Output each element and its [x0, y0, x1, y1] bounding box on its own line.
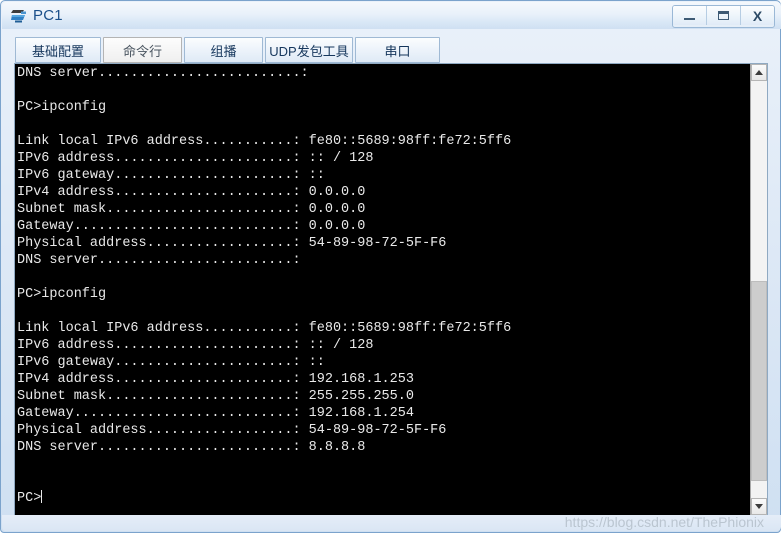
close-icon: X — [752, 7, 763, 24]
terminal-line: IPv6 gateway......................: :: — [17, 168, 325, 183]
terminal-line: IPv6 gateway......................: :: — [17, 355, 325, 370]
minimize-button[interactable] — [673, 6, 707, 25]
title-bar[interactable]: PC1 X — [2, 2, 781, 29]
maximize-icon — [718, 11, 729, 20]
tab-label: UDP发包工具 — [269, 43, 349, 59]
terminal-line: Physical address..................: 54-8… — [17, 236, 447, 251]
vertical-scrollbar[interactable] — [750, 64, 767, 515]
tab-multicast[interactable]: 组播 — [184, 37, 263, 63]
scroll-up-button[interactable] — [751, 64, 767, 81]
terminal-line: Gateway...........................: 0.0.… — [17, 219, 366, 234]
terminal-line: IPv6 address......................: :: /… — [17, 338, 374, 353]
tab-label: 基础配置 — [31, 43, 84, 59]
scrollbar-track[interactable] — [751, 81, 767, 498]
chevron-up-icon — [755, 70, 763, 75]
terminal-line: Subnet mask.......................: 0.0.… — [17, 202, 366, 217]
tab-label: 组播 — [210, 43, 237, 59]
terminal-line: PC>ipconfig — [17, 100, 107, 115]
tab-command-line[interactable]: 命令行 — [103, 37, 182, 63]
terminal-line: PC>ipconfig — [17, 287, 107, 302]
console-panel: DNS server.........................: PC>i… — [14, 63, 768, 516]
terminal-line: DNS server.........................: — [17, 66, 309, 81]
tab-udp-tool[interactable]: UDP发包工具 — [265, 37, 353, 63]
window-controls: X — [672, 5, 775, 28]
minimize-icon — [684, 17, 695, 20]
title-bar-left: PC1 — [10, 4, 63, 27]
close-button[interactable]: X — [741, 6, 774, 25]
window-title: PC1 — [33, 6, 63, 24]
terminal-line: Physical address..................: 54-8… — [17, 423, 447, 438]
terminal-line: IPv6 address......................: :: /… — [17, 151, 374, 166]
terminal-line: Subnet mask.......................: 255.… — [17, 389, 414, 404]
tab-label: 串口 — [384, 43, 411, 59]
scrollbar-thumb[interactable] — [751, 281, 767, 482]
pc1-window: PC1 X 基础配置 命令行 组播 UDP发包工具 串口 DNS server.....… — [0, 0, 781, 533]
scroll-down-button[interactable] — [751, 498, 767, 515]
terminal-line: Gateway...........................: 192.… — [17, 406, 414, 421]
terminal-line: IPv4 address......................: 192.… — [17, 372, 414, 387]
maximize-button[interactable] — [707, 6, 741, 25]
tab-serial-port[interactable]: 串口 — [355, 37, 440, 63]
window-bottom-strip — [2, 515, 781, 531]
tab-basic-config[interactable]: 基础配置 — [15, 37, 101, 63]
chevron-down-icon — [755, 504, 763, 509]
terminal-prompt: PC> — [17, 491, 42, 506]
terminal-line: DNS server........................: 8.8.… — [17, 440, 366, 455]
terminal-prompt-line[interactable]: PC> — [17, 490, 750, 507]
terminal-line: IPv4 address......................: 0.0.… — [17, 185, 366, 200]
tab-label: 命令行 — [122, 43, 162, 59]
terminal-line: DNS server........................: — [17, 253, 301, 268]
tab-strip: 基础配置 命令行 组播 UDP发包工具 串口 — [15, 37, 442, 64]
pc-device-icon — [10, 7, 28, 25]
terminal-output[interactable]: DNS server.........................: PC>i… — [15, 64, 750, 515]
terminal-line: Link local IPv6 address...........: fe80… — [17, 321, 512, 336]
terminal-line: Link local IPv6 address...........: fe80… — [17, 134, 512, 149]
text-cursor — [41, 490, 43, 503]
